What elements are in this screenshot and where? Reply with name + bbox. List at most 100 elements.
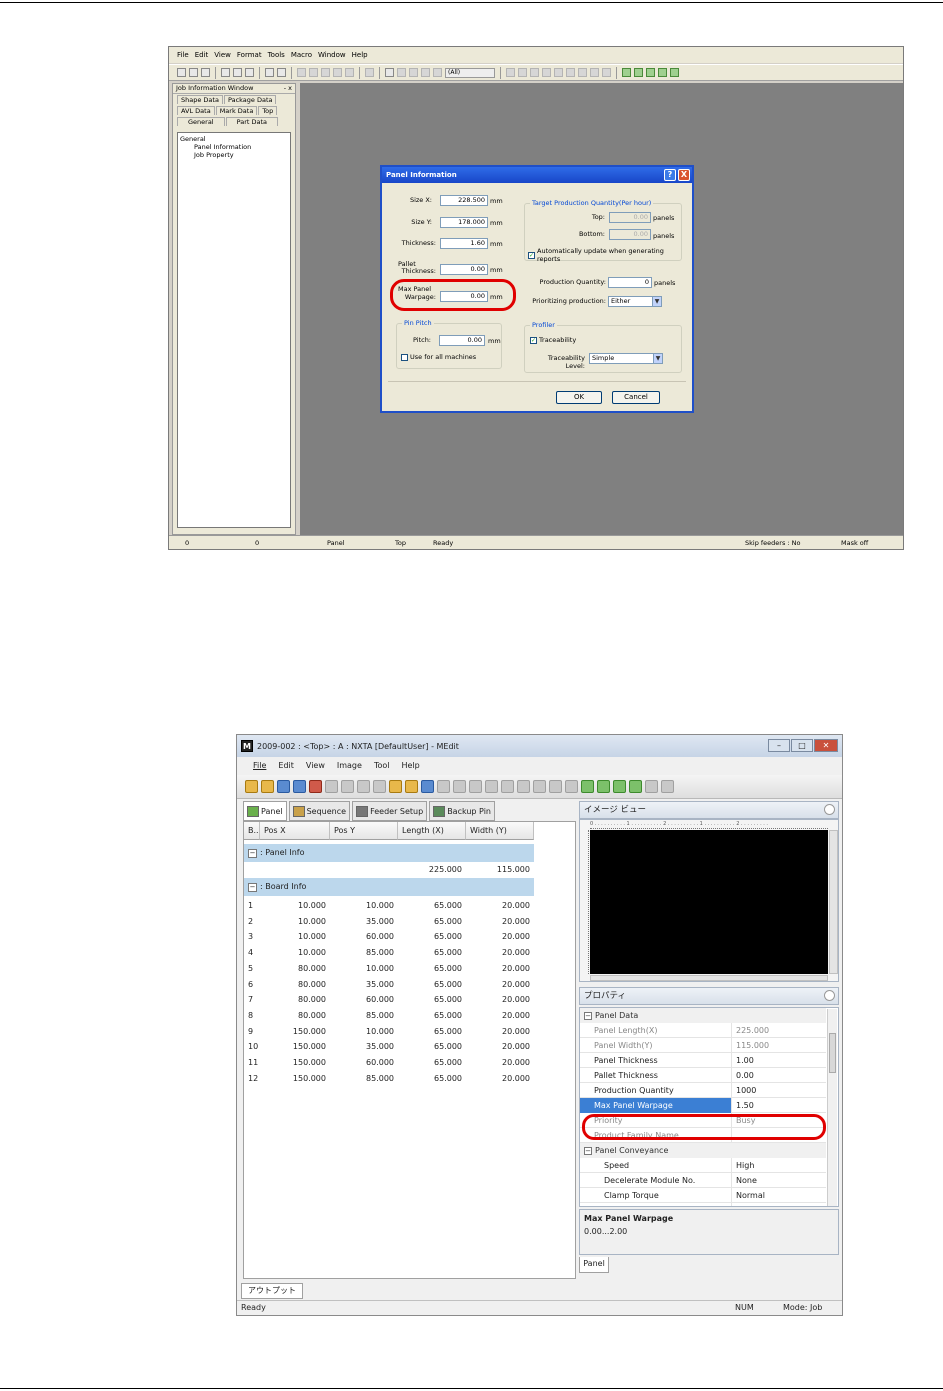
circle-tool-icon[interactable] [518,68,527,77]
thickness-field[interactable]: 1.60 [440,238,488,249]
property-row[interactable]: − Panel Conveyance [580,1143,826,1158]
property-row[interactable]: Panel Width(Y) 115.000 [580,1038,826,1053]
menu-tool[interactable]: Tool [374,761,390,770]
zoom-fit-icon[interactable] [321,68,330,77]
collapse-icon[interactable]: − [584,1147,592,1155]
tab-sequence[interactable]: Sequence [288,801,351,821]
move-icon[interactable] [661,780,674,793]
play-icon[interactable] [485,780,498,793]
polygon-tool-icon[interactable] [566,68,575,77]
property-row[interactable]: Pallet Thickness 0.00 [580,1068,826,1083]
menu-view[interactable]: View [306,761,325,770]
property-row[interactable]: − Panel Data [580,1008,826,1023]
find-icon[interactable] [265,68,274,77]
table-row[interactable]: 9 150.000 10.000 65.000 20.000 [244,1024,534,1040]
property-value[interactable]: 1.00 [734,1053,826,1068]
menu-file[interactable]: File [177,51,189,59]
copy-icon[interactable] [453,780,466,793]
image-canvas[interactable] [590,830,828,974]
bottom-field[interactable]: 0.00 [609,229,651,240]
tab-general[interactable]: General [177,117,225,126]
tab-package-data[interactable]: Package Data [223,95,277,104]
menu-window[interactable]: Window [318,51,346,59]
tab-panel[interactable]: Panel [243,801,287,821]
import-icon[interactable] [405,780,418,793]
rect-tool-icon[interactable] [542,68,551,77]
collapse-icon[interactable]: − [248,883,257,892]
tab-avl-data[interactable]: AVL Data [177,106,215,115]
prioritizing-select[interactable]: Either ▼ [608,296,662,307]
pallet-thickness-field[interactable]: 0.00 [440,264,488,275]
size-y-field[interactable]: 178.000 [440,217,488,228]
pin-icon[interactable] [385,68,394,77]
globe-icon[interactable] [581,780,594,793]
menu-help[interactable]: Help [352,51,368,59]
menu-macro[interactable]: Macro [291,51,312,59]
text-tool-icon[interactable] [602,68,611,77]
zoom-in-icon[interactable] [297,68,306,77]
display-icon[interactable] [565,780,578,793]
print-icon[interactable] [245,68,254,77]
polyline-tool-icon[interactable] [554,68,563,77]
property-row[interactable]: Bottom Side Part Height 25.40 [580,1203,826,1206]
save-all-icon[interactable] [293,780,306,793]
tab-backup-pin[interactable]: Backup Pin [429,801,495,821]
table-row[interactable]: 3 10.000 60.000 65.000 20.000 [244,929,534,945]
help-button[interactable]: ? [664,169,676,181]
table-icon[interactable] [421,68,430,77]
production-quantity-field[interactable]: 0 [608,277,652,288]
home-icon[interactable] [309,780,322,793]
table-row[interactable]: 6 80.000 35.000 65.000 20.000 [244,977,534,993]
property-value[interactable]: 225.000 [734,1023,826,1038]
zoom-in-icon[interactable] [613,780,626,793]
traceability-level-select[interactable]: Simple ▼ [589,353,663,364]
arc-tool-icon[interactable] [530,68,539,77]
matrix-icon[interactable] [433,68,442,77]
tab-shape-data[interactable]: Shape Data [177,95,223,104]
table-row[interactable]: 1 10.000 10.000 65.000 20.000 [244,898,534,914]
edit-icon[interactable] [437,780,450,793]
table-row[interactable]: 7 80.000 60.000 65.000 20.000 [244,992,534,1008]
pin-icon[interactable] [824,990,835,1001]
layer-combo[interactable]: (All) [445,67,495,78]
skip-icon[interactable] [501,780,514,793]
property-scrollbar[interactable] [827,1009,837,1206]
col-header-pos-x[interactable]: Pos X [260,822,330,840]
gear-icon[interactable] [469,780,482,793]
feeder-icon[interactable] [634,68,643,77]
size-x-field[interactable]: 228.500 [440,195,488,206]
table-row[interactable]: 8 80.000 85.000 65.000 20.000 [244,1008,534,1024]
zoom-icon[interactable] [365,68,374,77]
pointer-icon[interactable] [645,780,658,793]
optimize-icon[interactable] [658,68,667,77]
vertical-scrollbar[interactable] [829,830,838,974]
table-row[interactable]: 11 150.000 60.000 65.000 20.000 [244,1055,534,1071]
auto-update-checkbox[interactable]: ✓ Automatically update when generating re… [528,247,681,263]
tree-item-job-property[interactable]: Job Property [180,151,288,159]
menu-file[interactable]: File [253,761,266,770]
open-icon[interactable] [189,68,198,77]
replace-icon[interactable] [277,68,286,77]
save-icon[interactable] [201,68,210,77]
property-value[interactable]: High [734,1158,826,1173]
layout-icon[interactable] [357,780,370,793]
rotate-tool-icon[interactable] [590,68,599,77]
ok-button[interactable]: OK [556,391,602,404]
horizontal-scrollbar[interactable] [590,975,828,981]
property-value[interactable]: Normal [734,1188,826,1203]
fit-icon[interactable] [597,780,610,793]
menu-format[interactable]: Format [237,51,262,59]
cancel-button[interactable]: Cancel [612,391,660,404]
tab-mark-data[interactable]: Mark Data [215,106,258,115]
table-row[interactable]: 10 150.000 35.000 65.000 20.000 [244,1039,534,1055]
line-tool-icon[interactable] [506,68,515,77]
zoom-area-icon[interactable] [333,68,342,77]
menu-edit[interactable]: Edit [278,761,294,770]
property-value[interactable]: 1.50 [734,1098,826,1113]
save-icon[interactable] [277,780,290,793]
grid-icon[interactable] [397,68,406,77]
maximize-icon[interactable]: □ [791,739,813,752]
table-row[interactable]: 2 10.000 35.000 65.000 20.000 [244,914,534,930]
export-icon[interactable] [389,780,402,793]
panel-info-row[interactable]: 225.000 115.000 [244,862,534,878]
